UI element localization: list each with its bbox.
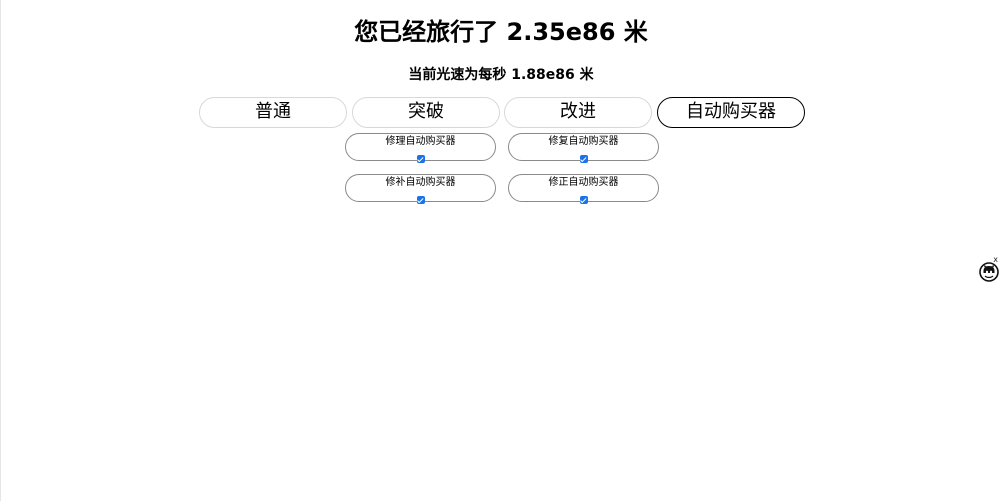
octocat-icon[interactable] [979,262,999,282]
page: 您已经旅行了 2.35e86 米 当前光速为每秒 1.88e86 米 普通 突破… [0,0,1000,501]
autobuyer-label: 修正自动购买器 [548,177,619,188]
autobuyer-checkbox[interactable] [416,196,425,204]
tab-autobuyer[interactable]: 自动购买器 [657,97,805,128]
autobuyer-label: 修复自动购买器 [548,136,619,147]
tab-bar: 普通 突破 改进 自动购买器 [199,97,807,128]
autobuyer-checkbox[interactable] [579,155,588,163]
autobuyer-label: 修理自动购买器 [385,136,456,147]
autobuyer-card-correct: 修正自动购买器 [508,174,659,204]
tab-normal[interactable]: 普通 [199,97,347,128]
autobuyer-card-restore: 修复自动购买器 [508,133,659,163]
autobuyer-card-repair: 修理自动购买器 [345,133,496,163]
autobuyer-checkbox[interactable] [416,155,425,163]
page-title: 您已经旅行了 2.35e86 米 [354,18,648,46]
github-widget: x [979,256,1000,282]
autobuyer-card-patch: 修补自动购买器 [345,174,496,204]
autobuyer-label: 修补自动购买器 [385,177,456,188]
tab-breakthrough[interactable]: 突破 [352,97,500,128]
tab-improve[interactable]: 改进 [504,97,652,128]
light-speed-text: 当前光速为每秒 1.88e86 米 [408,67,594,83]
autobuyer-checkbox[interactable] [579,196,588,204]
